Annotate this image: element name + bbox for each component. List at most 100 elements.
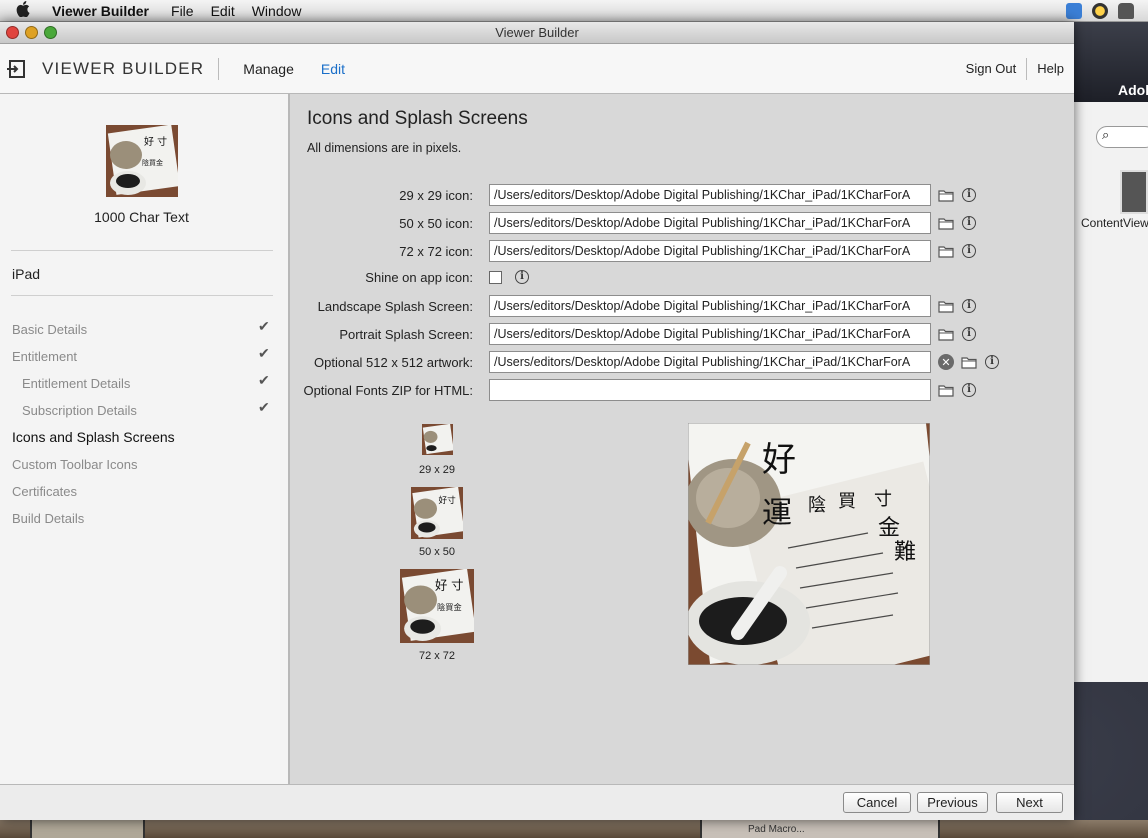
desktop-dock-strip: Pad Macro... (0, 820, 1148, 838)
icon-preview-label: 29 x 29 (418, 464, 456, 476)
search-icon[interactable]: ⌕ (1096, 126, 1148, 148)
folder-icon[interactable] (938, 215, 954, 231)
nav-manage[interactable]: Manage (243, 61, 294, 77)
sidebar-item-custom-toolbar-icons[interactable]: Custom Toolbar Icons (0, 451, 288, 478)
fonts-zip-path-field[interactable] (489, 379, 931, 401)
peek-text: Pad Macro... (748, 824, 805, 835)
field-label: Optional Fonts ZIP for HTML: (303, 382, 473, 398)
field-label: Landscape Splash Screen: (317, 298, 473, 314)
field-label: Portrait Splash Screen: (339, 326, 473, 342)
svg-text:陰買金: 陰買金 (142, 158, 163, 167)
field-row-artwork-512: Optional 512 x 512 artwork: /Users/edito… (290, 351, 1000, 373)
menu-window[interactable]: Window (252, 3, 302, 19)
brand-title: VIEWER BUILDER (42, 58, 205, 78)
window-title: Viewer Builder (495, 25, 579, 40)
apple-menu-icon[interactable] (16, 0, 38, 21)
portrait-splash-path-field[interactable]: /Users/editors/Desktop/Adobe Digital Pub… (489, 323, 931, 345)
field-row-icon-29: 29 x 29 icon: /Users/editors/Desktop/Ado… (290, 184, 977, 206)
previous-button[interactable]: Previous (917, 792, 988, 813)
sidebar-item-label: Entitlement (12, 349, 78, 364)
menu-app-name[interactable]: Viewer Builder (52, 3, 149, 19)
sidebar-item-entitlement[interactable]: Entitlement ✔ (0, 343, 288, 370)
sidebar-item-build-details[interactable]: Build Details (0, 505, 288, 532)
minimize-window-button[interactable] (25, 26, 38, 39)
artwork-512-preview: 好 運 陰 買 寸 金 難 (688, 423, 930, 665)
footer-bar: Cancel Previous Next (0, 784, 1074, 820)
viewer-builder-window: Viewer Builder VIEWER BUILDER Manage Edi… (0, 22, 1074, 820)
field-label: Optional 512 x 512 artwork: (314, 354, 473, 370)
icon-29-path-field[interactable]: /Users/editors/Desktop/Adobe Digital Pub… (489, 184, 931, 206)
info-icon[interactable]: i (984, 354, 1000, 370)
window-controls (6, 26, 57, 39)
svg-text:好寸: 好寸 (438, 494, 456, 506)
field-row-landscape-splash: Landscape Splash Screen: /Users/editors/… (290, 295, 977, 317)
menu-edit[interactable]: Edit (211, 3, 235, 19)
page-title: Icons and Splash Screens (307, 108, 528, 129)
field-row-fonts-zip: Optional Fonts ZIP for HTML: i (290, 379, 977, 401)
info-icon[interactable]: i (961, 382, 977, 398)
svg-text:陰買金: 陰買金 (437, 602, 462, 612)
icon-preview-29 (422, 424, 453, 455)
folder-icon[interactable] (938, 298, 954, 314)
icon-50-path-field[interactable]: /Users/editors/Desktop/Adobe Digital Pub… (489, 212, 931, 234)
folder-icon[interactable] (938, 243, 954, 259)
checkmark-icon: ✔ (258, 345, 270, 361)
viewer-builder-logo-icon (7, 59, 25, 78)
sidebar-item-entitlement-details[interactable]: Entitlement Details ✔ (0, 370, 288, 397)
svg-text:好: 好 (762, 440, 796, 480)
field-row-icon-50: 50 x 50 icon: /Users/editors/Desktop/Ado… (290, 212, 977, 234)
info-icon[interactable]: i (961, 243, 977, 259)
viewer-thumbnail: 好 寸 陰買金 (106, 125, 178, 197)
icon-preview-label: 72 x 72 (418, 650, 456, 662)
window-titlebar: Viewer Builder (0, 22, 1074, 44)
checkmark-icon: ✔ (258, 399, 270, 415)
help-link[interactable]: Help (1037, 61, 1064, 76)
dock-thumbnail[interactable] (30, 820, 145, 838)
menu-file[interactable]: File (171, 3, 194, 19)
sidebar-divider (11, 295, 273, 296)
clear-icon[interactable]: ✕ (938, 354, 954, 370)
main-content: Icons and Splash Screens All dimensions … (290, 94, 1074, 784)
dropbox-icon[interactable] (1066, 2, 1082, 19)
cancel-button[interactable]: Cancel (843, 792, 911, 813)
icon-72-path-field[interactable]: /Users/editors/Desktop/Adobe Digital Pub… (489, 240, 931, 262)
sidebar-item-label: Custom Toolbar Icons (12, 457, 138, 472)
sidebar-item-certificates[interactable]: Certificates (0, 478, 288, 505)
file-label[interactable]: ContentView (1081, 216, 1148, 230)
info-icon[interactable]: i (961, 187, 977, 203)
sidebar-item-label: Certificates (12, 484, 78, 499)
zoom-window-button[interactable] (44, 26, 57, 39)
landscape-splash-path-field[interactable]: /Users/editors/Desktop/Adobe Digital Pub… (489, 295, 931, 317)
artwork-512-path-field[interactable]: /Users/editors/Desktop/Adobe Digital Pub… (489, 351, 931, 373)
folder-icon[interactable] (938, 326, 954, 342)
svg-text:金: 金 (878, 516, 900, 541)
user-icon[interactable] (1118, 2, 1134, 19)
svg-text:運: 運 (762, 496, 792, 531)
viewer-name: 1000 Char Text (94, 209, 189, 225)
info-icon[interactable]: i (961, 215, 977, 231)
dock-thumbnail[interactable]: Pad Macro... (700, 820, 940, 838)
info-icon[interactable]: i (961, 326, 977, 342)
sidebar-item-label: Build Details (12, 511, 85, 526)
nav-edit[interactable]: Edit (321, 61, 345, 77)
info-icon[interactable]: i (514, 269, 530, 285)
sidebar-item-subscription-details[interactable]: Subscription Details ✔ (0, 397, 288, 424)
folder-icon[interactable] (961, 354, 977, 370)
field-label: 29 x 29 icon: (399, 187, 473, 203)
status-indicator-icon[interactable] (1092, 2, 1108, 19)
sidebar-item-label: Entitlement Details (22, 376, 131, 391)
shine-checkbox[interactable] (489, 270, 502, 284)
window-body: 好 寸 陰買金 1000 Char Text iPad Basic Detail… (0, 94, 1074, 784)
field-label: 72 x 72 icon: (399, 243, 473, 259)
sidebar-divider (11, 250, 273, 251)
film-file-icon[interactable] (1120, 170, 1148, 214)
close-window-button[interactable] (6, 26, 19, 39)
info-icon[interactable]: i (961, 298, 977, 314)
sidebar-item-icons-and-splash-screens[interactable]: Icons and Splash Screens (0, 424, 288, 451)
sidebar-item-basic-details[interactable]: Basic Details ✔ (0, 316, 288, 343)
sign-out-link[interactable]: Sign Out (966, 61, 1017, 76)
toolbar-divider (218, 57, 220, 80)
folder-icon[interactable] (938, 382, 954, 398)
folder-icon[interactable] (938, 187, 954, 203)
next-button[interactable]: Next (996, 792, 1063, 813)
